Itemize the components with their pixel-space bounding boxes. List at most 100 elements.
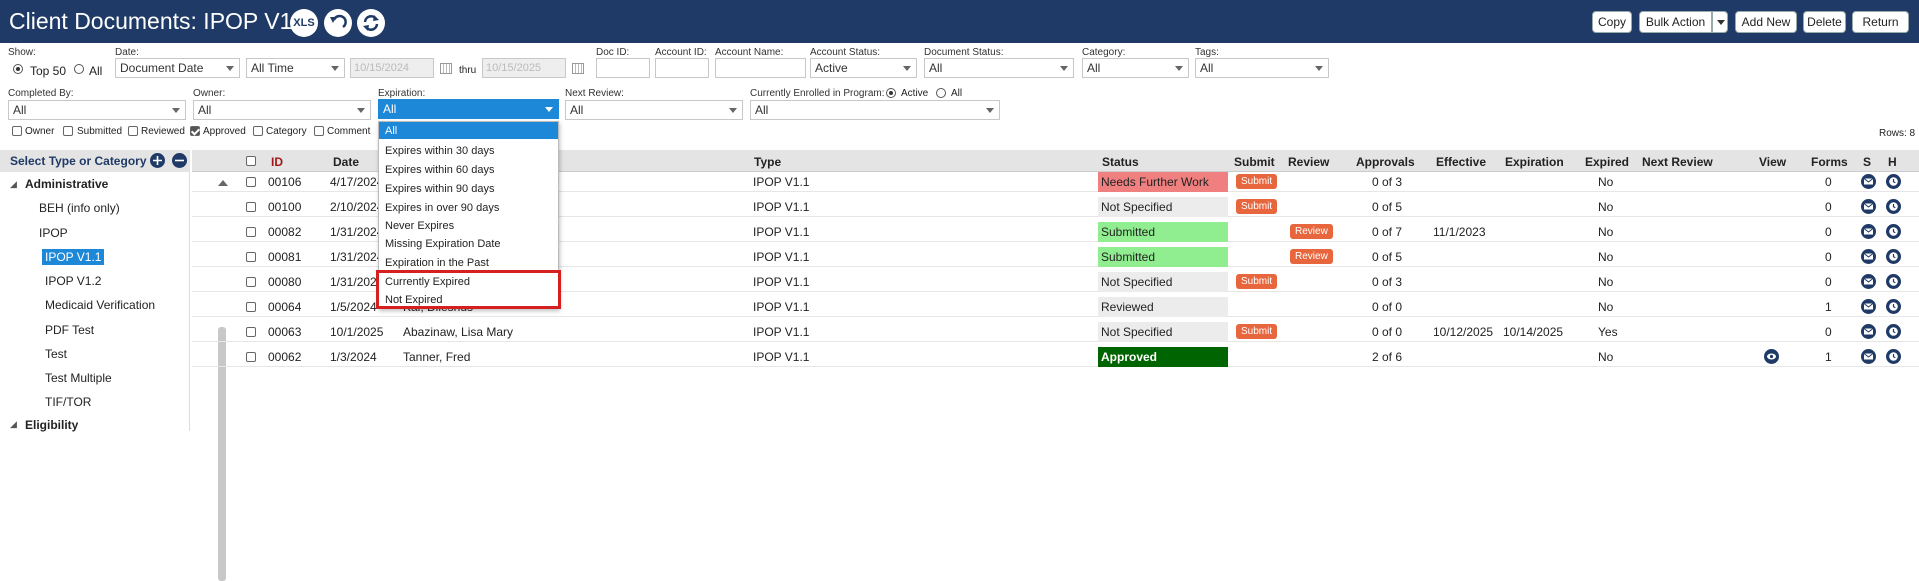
row-checkbox[interactable]	[246, 352, 256, 362]
expiration-option-never[interactable]: Never Expires	[385, 220, 454, 232]
col-id[interactable]: ID	[271, 155, 283, 169]
col-effective[interactable]: Effective	[1436, 155, 1486, 169]
sidebar-group-administrative[interactable]: Administrative	[25, 177, 108, 191]
row-id[interactable]: 00063	[268, 325, 301, 339]
row-checkbox[interactable]	[246, 177, 256, 187]
col-submit[interactable]: Submit	[1234, 155, 1275, 169]
approved-checkbox[interactable]	[190, 126, 200, 136]
show-top50-radio[interactable]	[13, 64, 23, 74]
col-status[interactable]: Status	[1102, 155, 1139, 169]
row-id[interactable]: 00080	[268, 275, 301, 289]
col-forms[interactable]: Forms	[1811, 155, 1848, 169]
row-id[interactable]: 00064	[268, 300, 301, 314]
next-review-select[interactable]: All	[565, 100, 743, 120]
sidebar-item-beh[interactable]: BEH (info only)	[36, 200, 123, 216]
col-expired[interactable]: Expired	[1585, 155, 1629, 169]
account-id-input[interactable]	[655, 58, 709, 78]
date-range-select[interactable]: All Time	[246, 58, 345, 78]
sidebar-item-ipop-v1-2[interactable]: IPOP V1.2	[42, 273, 104, 289]
enrolled-all-radio[interactable]	[936, 88, 946, 98]
col-view[interactable]: View	[1759, 155, 1786, 169]
expiration-option-over-90[interactable]: Expires in over 90 days	[385, 202, 499, 214]
account-status-select[interactable]: Active	[810, 58, 917, 78]
account-name-input[interactable]	[715, 58, 806, 78]
expiration-option-missing[interactable]: Missing Expiration Date	[385, 238, 501, 250]
submit-button[interactable]: Submit	[1236, 324, 1278, 339]
email-icon[interactable]	[1861, 174, 1876, 189]
refresh-icon[interactable]	[357, 9, 385, 37]
email-icon[interactable]	[1861, 249, 1876, 264]
date-field-select[interactable]: Document Date	[115, 58, 240, 78]
col-s[interactable]: S	[1863, 155, 1871, 169]
history-icon[interactable]	[1886, 174, 1901, 189]
review-button[interactable]: Review	[1290, 249, 1333, 264]
undo-icon[interactable]	[324, 9, 352, 37]
email-icon[interactable]	[1861, 199, 1876, 214]
category-checkbox[interactable]	[253, 126, 263, 136]
expand-icon[interactable]	[150, 153, 165, 168]
sidebar-item-test-multiple[interactable]: Test Multiple	[42, 370, 115, 386]
history-icon[interactable]	[1886, 249, 1901, 264]
history-icon[interactable]	[1886, 349, 1901, 364]
table-row[interactable]: 00062 1/3/2024 Tanner, Fred IPOP V1.1 Approv…	[192, 347, 1919, 367]
row-checkbox[interactable]	[246, 227, 256, 237]
row-id[interactable]: 00100	[268, 200, 301, 214]
sidebar-item-ipop-v1-1[interactable]: IPOP V1.1	[42, 249, 105, 265]
history-icon[interactable]	[1886, 224, 1901, 239]
history-icon[interactable]	[1886, 299, 1901, 314]
sidebar-item-test[interactable]: Test	[42, 346, 70, 362]
row-id[interactable]: 00106	[268, 175, 301, 189]
enrolled-select[interactable]: All	[750, 100, 1000, 120]
owner-select[interactable]: All	[193, 100, 371, 120]
history-icon[interactable]	[1886, 274, 1901, 289]
add-new-button[interactable]: Add New	[1735, 11, 1797, 33]
row-id[interactable]: 00062	[268, 350, 301, 364]
expiration-option-30[interactable]: Expires within 30 days	[385, 145, 494, 157]
row-checkbox[interactable]	[246, 277, 256, 287]
email-icon[interactable]	[1861, 299, 1876, 314]
comment-checkbox[interactable]	[314, 126, 324, 136]
review-button[interactable]: Review	[1290, 224, 1333, 239]
return-button[interactable]: Return	[1852, 11, 1909, 33]
owner-checkbox[interactable]	[12, 126, 22, 136]
email-icon[interactable]	[1861, 224, 1876, 239]
table-row[interactable]: 00063 10/1/2025 Abazinaw, Lisa Mary IPOP V1…	[192, 322, 1919, 342]
submitted-checkbox[interactable]	[63, 126, 73, 136]
sidebar-item-medicaid[interactable]: Medicaid Verification	[42, 297, 158, 313]
history-icon[interactable]	[1886, 199, 1901, 214]
expiration-select[interactable]: All	[378, 99, 559, 119]
col-next-review[interactable]: Next Review	[1642, 155, 1713, 169]
collapse-icon[interactable]	[172, 153, 187, 168]
show-all-radio[interactable]	[74, 64, 84, 74]
category-select[interactable]: All	[1082, 58, 1189, 78]
sidebar-item-tif-tor[interactable]: TIF/TOR	[42, 394, 94, 410]
date-to-input[interactable]: 10/15/2025	[482, 58, 566, 78]
col-type[interactable]: Type	[754, 155, 781, 169]
expiration-option-60[interactable]: Expires within 60 days	[385, 164, 494, 176]
tree-toggle-icon[interactable]: ◢	[10, 179, 17, 190]
row-checkbox[interactable]	[246, 327, 256, 337]
col-h[interactable]: H	[1888, 155, 1897, 169]
email-icon[interactable]	[1861, 324, 1876, 339]
row-id[interactable]: 00082	[268, 225, 301, 239]
sidebar-item-pdf-test[interactable]: PDF Test	[42, 322, 97, 338]
completed-by-select[interactable]: All	[8, 100, 186, 120]
tree-toggle-icon[interactable]: ◢	[10, 419, 17, 430]
row-checkbox[interactable]	[246, 252, 256, 262]
email-icon[interactable]	[1861, 274, 1876, 289]
submit-button[interactable]: Submit	[1236, 174, 1278, 189]
date-from-input[interactable]: 10/15/2024	[350, 58, 434, 78]
col-approvals[interactable]: Approvals	[1356, 155, 1415, 169]
enrolled-active-radio[interactable]	[886, 88, 896, 98]
xls-icon[interactable]: XLS	[290, 9, 318, 37]
sidebar-item-ipop[interactable]: IPOP	[36, 225, 71, 241]
tags-select[interactable]: All	[1195, 58, 1329, 78]
col-review[interactable]: Review	[1288, 155, 1329, 169]
sidebar-group-eligibility[interactable]: Eligibility	[25, 418, 78, 432]
submit-button[interactable]: Submit	[1236, 274, 1278, 289]
select-all-checkbox[interactable]	[246, 156, 256, 166]
expiration-option-90[interactable]: Expires within 90 days	[385, 183, 494, 195]
email-icon[interactable]	[1861, 349, 1876, 364]
row-checkbox[interactable]	[246, 202, 256, 212]
reviewed-checkbox[interactable]	[128, 126, 138, 136]
